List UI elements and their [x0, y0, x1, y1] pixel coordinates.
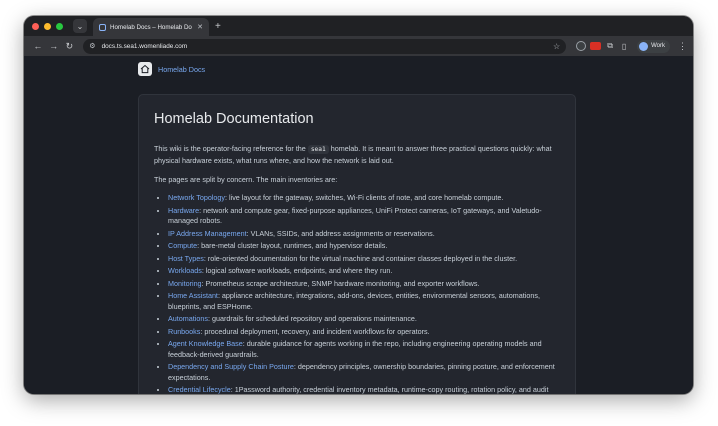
tab-homelab-docs[interactable]: Homelab Docs – Homelab Do ✕ — [93, 18, 209, 36]
home-logo-icon — [138, 62, 152, 76]
link-ip-address-management[interactable]: IP Address Management — [168, 229, 247, 238]
window-controls — [32, 22, 63, 30]
link-dependency-supply-chain[interactable]: Dependency and Supply Chain Posture — [168, 362, 294, 371]
extension-red-icon[interactable] — [590, 42, 602, 50]
address-url: docs.ts.sea1.womenliade.com — [101, 42, 188, 50]
inline-code: sea1 — [307, 145, 329, 154]
split-paragraph: The pages are split by concern. The main… — [154, 175, 338, 184]
minimize-window-button[interactable] — [44, 22, 51, 30]
browser-toolbar: ← → ↻ ⚙ docs.ts.sea1.womenliade.com ☆ ⧉ … — [24, 36, 693, 56]
profile-label: Work — [651, 43, 666, 49]
list-item: Host Types: role-oriented documentation … — [168, 254, 560, 265]
list-item: Hardware: network and compute gear, fixe… — [168, 206, 560, 227]
extensions-puzzle-icon[interactable]: ⧉ — [605, 41, 615, 51]
maximize-window-button[interactable] — [56, 22, 63, 30]
link-agent-knowledge-base[interactable]: Agent Knowledge Base — [168, 339, 243, 348]
list-item: Agent Knowledge Base: durable guidance f… — [168, 339, 560, 360]
split-view-icon[interactable]: ▯ — [619, 41, 629, 51]
link-workloads[interactable]: Workloads — [168, 266, 202, 275]
browser-window: ⌄ Homelab Docs – Homelab Do ✕ + ← → ↻ ⚙ … — [24, 16, 693, 394]
link-network-topology[interactable]: Network Topology — [168, 193, 225, 202]
link-host-types[interactable]: Host Types — [168, 254, 204, 263]
tab-strip: ⌄ Homelab Docs – Homelab Do ✕ + — [24, 16, 693, 36]
tab-search-button[interactable]: ⌄ — [73, 19, 87, 33]
close-tab-icon[interactable]: ✕ — [197, 23, 203, 31]
content-card: Homelab Documentation This wiki is the o… — [138, 94, 576, 394]
page-viewport: Homelab Docs Homelab Documentation This … — [24, 56, 693, 394]
tab-favicon-icon — [99, 23, 106, 31]
tab-title: Homelab Docs – Homelab Do — [110, 23, 192, 31]
profile-button[interactable]: Work — [637, 39, 671, 53]
list-item: Dependency and Supply Chain Posture: dep… — [168, 362, 560, 383]
back-button[interactable]: ← — [30, 41, 46, 51]
list-item: Network Topology: live layout for the ga… — [168, 193, 560, 204]
list-item: Monitoring: Prometheus scrape architectu… — [168, 279, 560, 290]
link-credential-lifecycle[interactable]: Credential Lifecycle — [168, 385, 231, 394]
site-info-icon[interactable]: ⚙ — [89, 42, 95, 50]
list-item: IP Address Management: VLANs, SSIDs, and… — [168, 229, 560, 240]
link-hardware[interactable]: Hardware — [168, 206, 199, 215]
list-item: Workloads: logical software workloads, e… — [168, 266, 560, 277]
list-item: Automations: guardrails for scheduled re… — [168, 314, 560, 325]
address-bar[interactable]: ⚙ docs.ts.sea1.womenliade.com ☆ — [83, 38, 567, 54]
close-window-button[interactable] — [32, 22, 39, 30]
site-name-link[interactable]: Homelab Docs — [158, 65, 205, 74]
forward-button[interactable]: → — [46, 41, 62, 51]
link-home-assistant[interactable]: Home Assistant — [168, 291, 218, 300]
new-tab-button[interactable]: + — [215, 21, 221, 32]
chevron-down-icon: ⌄ — [76, 21, 84, 31]
extension-1password-icon[interactable] — [576, 41, 587, 51]
bookmark-star-icon[interactable]: ☆ — [553, 42, 560, 51]
page-title: Homelab Documentation — [154, 111, 314, 127]
list-item: Credential Lifecycle: 1Password authorit… — [168, 385, 560, 394]
site-header[interactable]: Homelab Docs — [138, 62, 205, 76]
avatar — [639, 41, 649, 51]
link-automations[interactable]: Automations — [168, 314, 208, 323]
inventory-list: Network Topology: live layout for the ga… — [154, 193, 560, 394]
list-item: Runbooks: procedural deployment, recover… — [168, 327, 560, 338]
link-compute[interactable]: Compute — [168, 241, 197, 250]
browser-menu-icon[interactable]: ⋮ — [678, 41, 687, 52]
reload-button[interactable]: ↻ — [62, 41, 78, 52]
link-monitoring[interactable]: Monitoring — [168, 279, 202, 288]
extensions-area: ⧉ ▯ — [576, 41, 629, 51]
intro-paragraph: This wiki is the operator-facing referen… — [154, 144, 552, 165]
list-item: Compute: bare-metal cluster layout, runt… — [168, 241, 560, 252]
link-runbooks[interactable]: Runbooks — [168, 327, 200, 336]
list-item: Home Assistant: appliance architecture, … — [168, 291, 560, 312]
